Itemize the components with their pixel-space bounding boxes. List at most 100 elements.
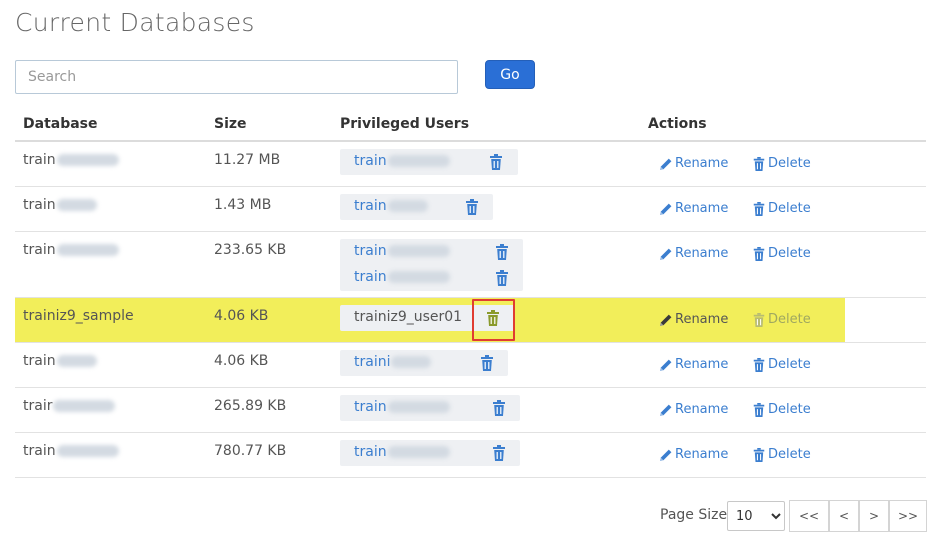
trash-icon xyxy=(752,246,768,261)
delete-button[interactable]: Delete xyxy=(752,447,811,462)
privileged-user: train xyxy=(340,395,520,421)
page-title: Current Databases xyxy=(15,8,255,37)
privileged-user-link[interactable]: train xyxy=(354,243,450,259)
database-name-text: train xyxy=(23,197,56,213)
privileged-users-box: train xyxy=(340,440,520,466)
privileged-user-link[interactable]: train xyxy=(354,153,450,169)
delete-button[interactable]: Delete xyxy=(752,402,811,417)
privileged-user-name: trainiz9_user01 xyxy=(354,309,463,325)
privileged-user-name: train xyxy=(354,399,387,415)
redacted-text xyxy=(387,200,428,212)
privileged-users-box: traini xyxy=(340,350,508,376)
table-row: train 1.43 MB train Rename Delete xyxy=(15,187,926,232)
database-name: train xyxy=(23,197,97,213)
delete-button[interactable]: Delete xyxy=(752,201,811,216)
database-name-text: train xyxy=(23,242,56,258)
first-page-button[interactable]: << xyxy=(789,500,829,532)
database-size: 1.43 MB xyxy=(214,197,272,213)
database-size: 4.06 KB xyxy=(214,308,269,324)
privileged-user: train xyxy=(340,440,520,466)
privileged-user-name: traini xyxy=(354,354,391,370)
revoke-user-trash-icon[interactable] xyxy=(489,153,503,170)
delete-button[interactable]: Delete xyxy=(752,246,811,261)
column-header-privileged-users: Privileged Users xyxy=(340,116,470,132)
database-size: 11.27 MB xyxy=(214,152,281,168)
privileged-user-link[interactable]: train xyxy=(354,399,450,415)
redacted-text xyxy=(391,356,432,368)
pencil-icon xyxy=(659,403,675,417)
database-name: train xyxy=(23,152,119,168)
rename-button[interactable]: Rename xyxy=(659,201,728,216)
pencil-icon xyxy=(659,247,675,261)
rename-button[interactable]: Rename xyxy=(659,357,728,372)
trash-icon xyxy=(752,357,768,372)
privileged-users-box: train xyxy=(340,149,518,175)
revoke-user-trash-icon[interactable] xyxy=(492,399,506,416)
delete-label: Delete xyxy=(768,156,811,171)
column-header-database: Database xyxy=(23,116,98,132)
delete-label: Delete xyxy=(768,312,811,327)
privileged-user-link[interactable]: train xyxy=(354,198,428,214)
column-header-size: Size xyxy=(214,116,247,132)
database-name: train xyxy=(23,353,97,369)
rename-button[interactable]: Rename xyxy=(659,447,728,462)
trash-icon xyxy=(752,402,768,417)
redacted-text xyxy=(387,271,450,283)
database-name-text: train xyxy=(23,353,56,369)
revoke-user-trash-icon[interactable] xyxy=(480,354,494,371)
table-row: train 4.06 KB traini Rename Delete xyxy=(15,343,926,388)
redacted-text xyxy=(56,355,97,367)
table-row: train 233.65 KB train train Rename Delete xyxy=(15,232,926,298)
table-row: train 11.27 MB train Rename Delete xyxy=(15,142,926,187)
next-page-button[interactable]: > xyxy=(859,500,889,532)
rename-button[interactable]: Rename xyxy=(659,312,728,327)
rename-label: Rename xyxy=(675,357,729,372)
revoke-user-trash-icon[interactable] xyxy=(492,444,506,461)
table-header: Database Size Privileged Users Actions xyxy=(15,110,926,142)
privileged-user-link[interactable]: train xyxy=(354,444,450,460)
rename-label: Rename xyxy=(675,201,729,216)
privileged-user: train xyxy=(340,239,523,265)
trash-icon xyxy=(752,447,768,462)
privileged-user-name: train xyxy=(354,444,387,460)
callout-box xyxy=(472,299,515,341)
redacted-text xyxy=(387,401,450,413)
database-name-text: train xyxy=(23,443,56,459)
table-row: trainiz9_sample 4.06 KB trainiz9_user01 Ren… xyxy=(15,298,926,343)
revoke-user-trash-icon[interactable] xyxy=(495,243,509,260)
rename-button[interactable]: Rename xyxy=(659,156,728,171)
search-input[interactable] xyxy=(15,60,458,94)
trash-icon xyxy=(752,156,768,171)
rename-label: Rename xyxy=(675,447,729,462)
delete-label: Delete xyxy=(768,402,811,417)
rename-label: Rename xyxy=(675,402,729,417)
rename-button[interactable]: Rename xyxy=(659,246,728,261)
privileged-user-link[interactable]: traini xyxy=(354,354,432,370)
revoke-user-trash-icon[interactable] xyxy=(495,269,509,286)
trash-icon xyxy=(752,312,768,327)
privileged-user: train xyxy=(340,265,523,291)
page-size-select[interactable]: 10 xyxy=(727,501,785,531)
privileged-users-box: train xyxy=(340,194,493,220)
delete-button[interactable]: Delete xyxy=(752,156,811,171)
pencil-icon xyxy=(659,448,675,462)
go-button[interactable]: Go xyxy=(485,60,535,89)
last-page-button[interactable]: >> xyxy=(889,500,927,532)
rename-label: Rename xyxy=(675,246,729,261)
page-size-label: Page Size xyxy=(660,507,728,523)
database-size: 233.65 KB xyxy=(214,242,287,258)
rename-label: Rename xyxy=(675,156,729,171)
revoke-user-trash-icon[interactable] xyxy=(465,198,479,215)
prev-page-button[interactable]: < xyxy=(829,500,859,532)
redacted-text xyxy=(56,199,97,211)
column-header-actions: Actions xyxy=(648,116,707,132)
privileged-user-link[interactable]: train xyxy=(354,269,450,285)
rename-button[interactable]: Rename xyxy=(659,402,728,417)
delete-button: Delete xyxy=(752,312,811,327)
database-name: trair xyxy=(23,398,116,414)
redacted-text xyxy=(387,245,450,257)
delete-button[interactable]: Delete xyxy=(752,357,811,372)
privileged-user-link[interactable]: trainiz9_user01 xyxy=(354,309,462,325)
privileged-user-name: train xyxy=(354,269,387,285)
privileged-user: train xyxy=(340,149,518,175)
